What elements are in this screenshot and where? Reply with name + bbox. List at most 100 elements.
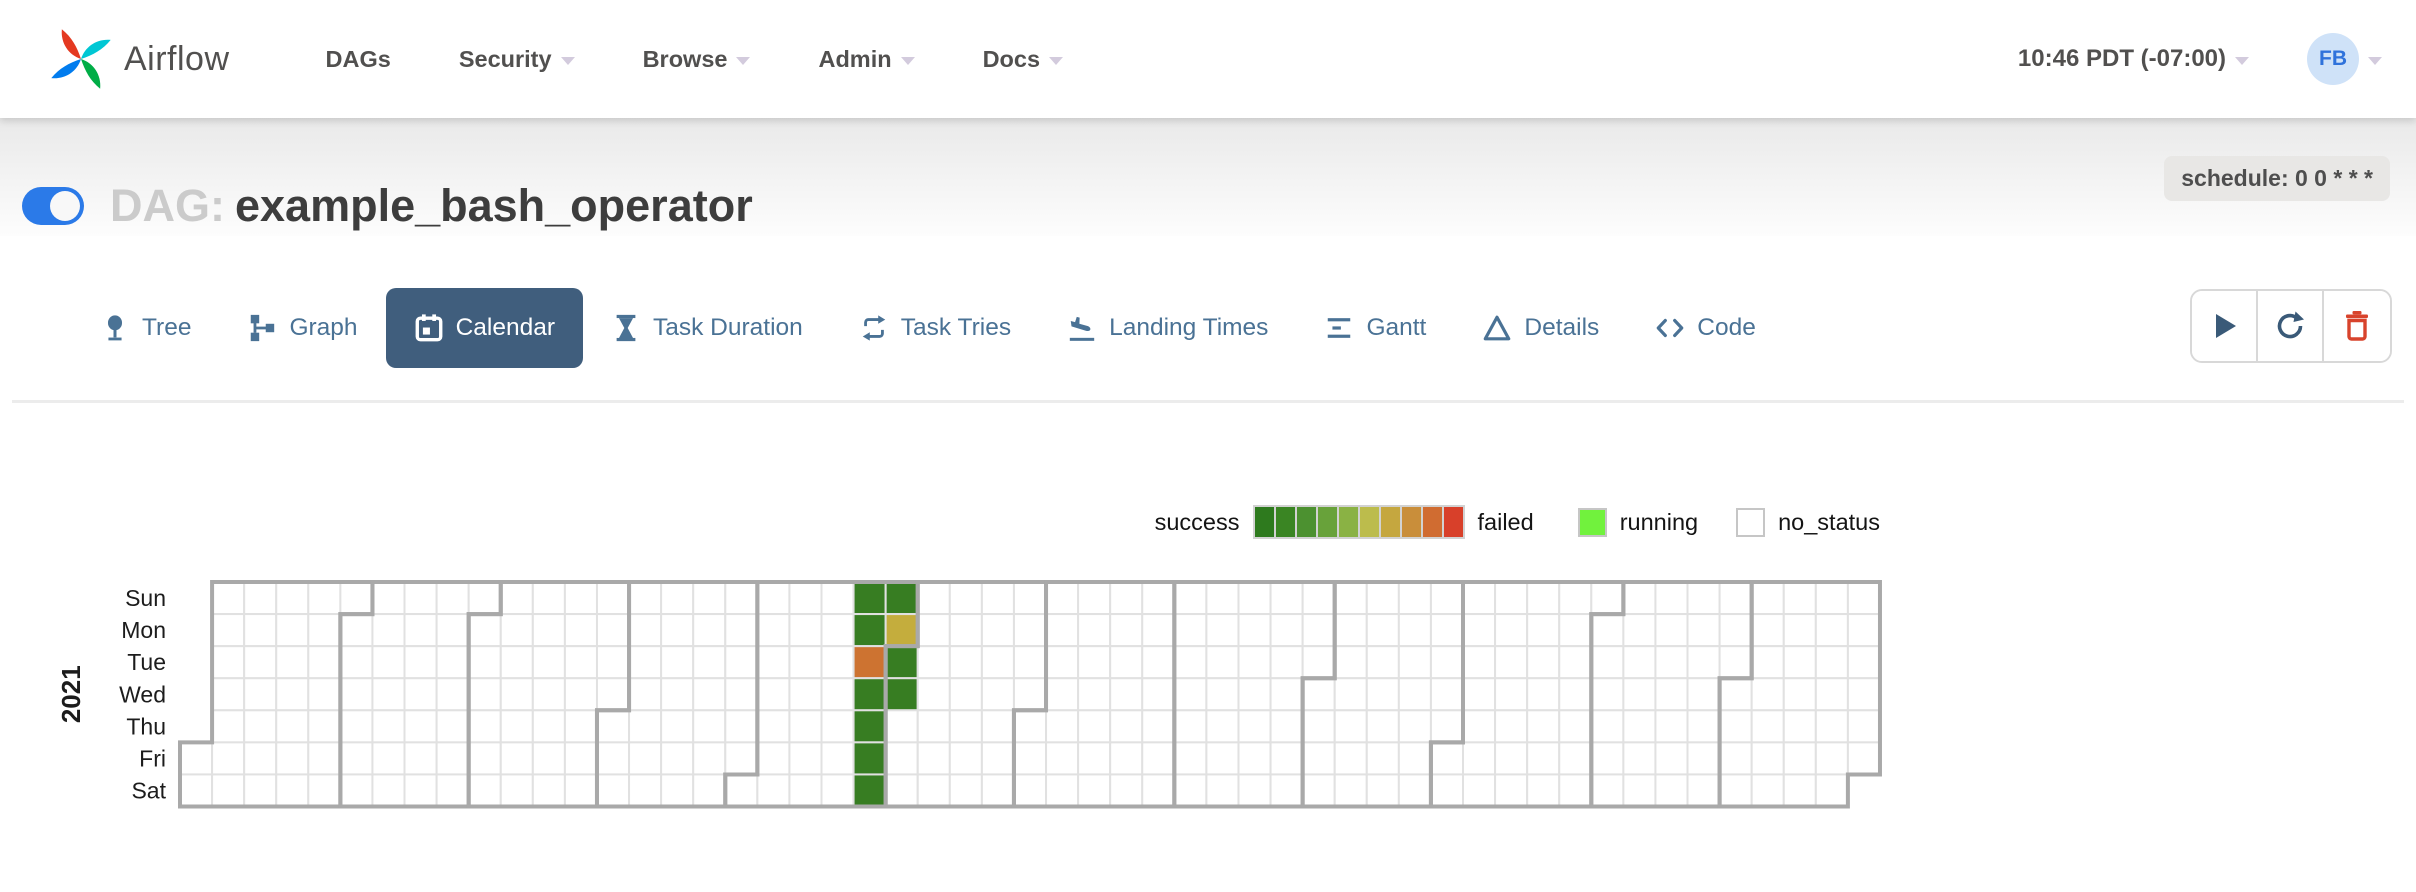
airflow-brand[interactable]: Airflow bbox=[48, 26, 230, 92]
calendar-cell[interactable] bbox=[276, 582, 308, 614]
calendar-cell[interactable] bbox=[1527, 582, 1559, 614]
calendar-cell[interactable] bbox=[693, 742, 725, 774]
calendar-cell[interactable] bbox=[1238, 582, 1270, 614]
calendar-cell[interactable] bbox=[597, 774, 629, 806]
calendar-cell[interactable] bbox=[661, 646, 693, 678]
calendar-cell[interactable] bbox=[950, 710, 982, 742]
calendar-cell[interactable] bbox=[854, 774, 886, 806]
calendar-cell[interactable] bbox=[1303, 582, 1335, 614]
calendar-cell[interactable] bbox=[1655, 710, 1687, 742]
calendar-cell[interactable] bbox=[1271, 774, 1303, 806]
calendar-cell[interactable] bbox=[1752, 742, 1784, 774]
calendar-cell[interactable] bbox=[1335, 646, 1367, 678]
calendar-cell[interactable] bbox=[1303, 774, 1335, 806]
calendar-cell[interactable] bbox=[789, 742, 821, 774]
calendar-cell[interactable] bbox=[533, 710, 565, 742]
calendar-cell[interactable] bbox=[982, 742, 1014, 774]
calendar-cell[interactable] bbox=[1271, 582, 1303, 614]
calendar-cell[interactable] bbox=[1431, 774, 1463, 806]
calendar-cell[interactable] bbox=[1110, 646, 1142, 678]
calendar-cell[interactable] bbox=[533, 678, 565, 710]
calendar-cell[interactable] bbox=[1271, 710, 1303, 742]
calendar-cell[interactable] bbox=[372, 742, 404, 774]
calendar-cell[interactable] bbox=[308, 582, 340, 614]
calendar-cell[interactable] bbox=[565, 614, 597, 646]
calendar-cell[interactable] bbox=[1110, 774, 1142, 806]
calendar-cell[interactable] bbox=[1688, 646, 1720, 678]
calendar-cell[interactable] bbox=[437, 742, 469, 774]
calendar-cell[interactable] bbox=[1206, 614, 1238, 646]
calendar-cell[interactable] bbox=[629, 710, 661, 742]
calendar-cell[interactable] bbox=[1495, 646, 1527, 678]
calendar-cell[interactable] bbox=[1559, 774, 1591, 806]
calendar-cell[interactable] bbox=[212, 582, 244, 614]
calendar-cell[interactable] bbox=[1238, 742, 1270, 774]
calendar-cell[interactable] bbox=[1142, 742, 1174, 774]
calendar-cell[interactable] bbox=[1046, 646, 1078, 678]
calendar-cell[interactable] bbox=[1848, 646, 1880, 678]
calendar-cell[interactable] bbox=[308, 710, 340, 742]
calendar-cell[interactable] bbox=[1174, 646, 1206, 678]
refresh-dag-button[interactable] bbox=[2258, 291, 2324, 361]
calendar-cell[interactable] bbox=[1110, 614, 1142, 646]
calendar-cell[interactable] bbox=[1688, 582, 1720, 614]
calendar-cell[interactable] bbox=[533, 774, 565, 806]
calendar-cell[interactable] bbox=[469, 582, 501, 614]
calendar-cell[interactable] bbox=[1078, 678, 1110, 710]
calendar-cell[interactable] bbox=[1720, 678, 1752, 710]
calendar-cell[interactable] bbox=[1014, 774, 1046, 806]
calendar-cell[interactable] bbox=[1463, 678, 1495, 710]
calendar-cell[interactable] bbox=[1367, 710, 1399, 742]
clock-label[interactable]: 10:46 PDT (-07:00) bbox=[2018, 45, 2226, 73]
calendar-cell[interactable] bbox=[1014, 742, 1046, 774]
calendar-cell[interactable] bbox=[1848, 582, 1880, 614]
calendar-cell[interactable] bbox=[1399, 646, 1431, 678]
calendar-cell[interactable] bbox=[982, 710, 1014, 742]
calendar-cell[interactable] bbox=[1367, 774, 1399, 806]
calendar-cell[interactable] bbox=[1078, 774, 1110, 806]
calendar-cell[interactable] bbox=[597, 646, 629, 678]
calendar-cell[interactable] bbox=[276, 710, 308, 742]
calendar-cell[interactable] bbox=[1752, 774, 1784, 806]
calendar-cell[interactable] bbox=[244, 774, 276, 806]
calendar-cell[interactable] bbox=[982, 646, 1014, 678]
calendar-cell[interactable] bbox=[1431, 582, 1463, 614]
calendar-cell[interactable] bbox=[1335, 774, 1367, 806]
calendar-cell[interactable] bbox=[918, 710, 950, 742]
calendar-cell[interactable] bbox=[982, 614, 1014, 646]
calendar-cell[interactable] bbox=[789, 678, 821, 710]
calendar-cell[interactable] bbox=[1271, 614, 1303, 646]
calendar-cell[interactable] bbox=[1142, 646, 1174, 678]
calendar-cell[interactable] bbox=[950, 742, 982, 774]
calendar-cell[interactable] bbox=[340, 582, 372, 614]
calendar-cell[interactable] bbox=[1399, 774, 1431, 806]
calendar-cell[interactable] bbox=[276, 646, 308, 678]
calendar-cell[interactable] bbox=[1495, 614, 1527, 646]
calendar-cell[interactable] bbox=[1431, 742, 1463, 774]
calendar-cell[interactable] bbox=[886, 678, 918, 710]
calendar-cell[interactable] bbox=[565, 646, 597, 678]
calendar-cell[interactable] bbox=[1110, 582, 1142, 614]
calendar-cell[interactable] bbox=[308, 646, 340, 678]
calendar-cell[interactable] bbox=[501, 614, 533, 646]
nav-item-dags[interactable]: DAGs bbox=[326, 46, 391, 73]
calendar-cell[interactable] bbox=[469, 678, 501, 710]
calendar-cell[interactable] bbox=[725, 646, 757, 678]
calendar-cell[interactable] bbox=[629, 678, 661, 710]
calendar-cell[interactable] bbox=[693, 614, 725, 646]
calendar-cell[interactable] bbox=[629, 742, 661, 774]
calendar-cell[interactable] bbox=[1174, 614, 1206, 646]
calendar-cell[interactable] bbox=[1142, 582, 1174, 614]
calendar-cell[interactable] bbox=[469, 614, 501, 646]
calendar-cell[interactable] bbox=[1399, 614, 1431, 646]
calendar-cell[interactable] bbox=[340, 614, 372, 646]
calendar-cell[interactable] bbox=[1784, 614, 1816, 646]
calendar-cell[interactable] bbox=[757, 710, 789, 742]
calendar-cell[interactable] bbox=[1463, 614, 1495, 646]
calendar-cell[interactable] bbox=[276, 678, 308, 710]
tab-tree[interactable]: Tree bbox=[72, 288, 219, 368]
calendar-cell[interactable] bbox=[308, 774, 340, 806]
calendar-cell[interactable] bbox=[725, 710, 757, 742]
calendar-cell[interactable] bbox=[565, 742, 597, 774]
calendar-cell[interactable] bbox=[1463, 582, 1495, 614]
